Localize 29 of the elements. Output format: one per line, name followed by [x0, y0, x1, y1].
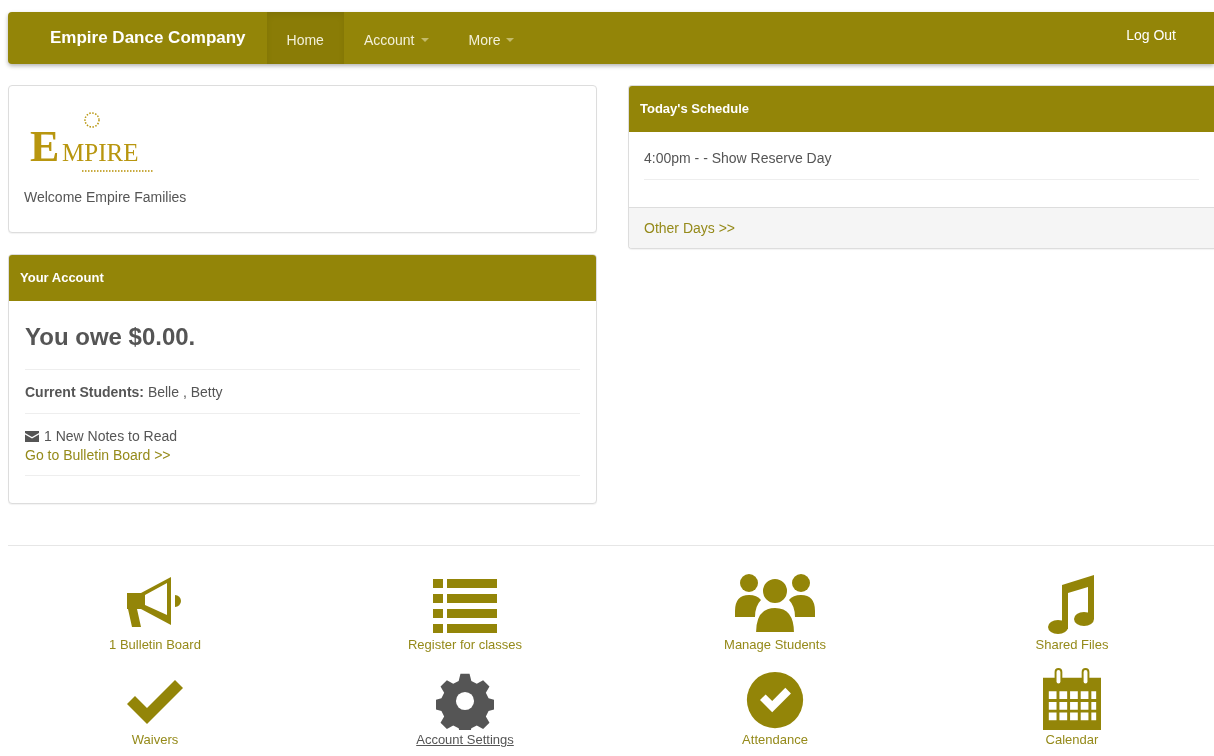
- welcome-text: Welcome Empire Families: [24, 189, 188, 205]
- students-text: Current Students: Belle , Betty: [25, 370, 580, 414]
- calendar-icon: [1043, 668, 1101, 730]
- list-icon: [433, 579, 497, 635]
- menu-tile[interactable]: Account Settings: [310, 662, 620, 755]
- nav-tab[interactable]: Account: [343, 12, 449, 64]
- schedule-event: 4:00pm - - Show Reserve Day: [644, 142, 1199, 180]
- menu-tile[interactable]: Waivers: [0, 662, 310, 755]
- menu-tile[interactable]: Attendance: [620, 662, 930, 755]
- card-header: Your Account: [9, 255, 596, 301]
- balance-text: You owe $0.00.: [25, 301, 580, 370]
- menu-tile[interactable]: Manage Students: [620, 567, 930, 660]
- card-header: Today's Schedule: [629, 86, 1214, 132]
- bulletin-link[interactable]: Go to Bulletin Board >>: [25, 447, 171, 463]
- menu-tile[interactable]: Calendar: [930, 662, 1214, 755]
- menu-tile[interactable]: Shared Files: [930, 567, 1214, 660]
- nav-tab[interactable]: Home: [266, 12, 344, 64]
- checkmark-circle-icon: [745, 670, 805, 730]
- gear-icon: [436, 672, 494, 730]
- menu-tile[interactable]: 1 Bulletin Board: [0, 567, 310, 660]
- other-days-link[interactable]: Other Days >>: [644, 220, 736, 236]
- logout-link[interactable]: Log Out: [1126, 12, 1214, 64]
- brand-name[interactable]: Empire Dance Company: [8, 12, 267, 64]
- users-icon: [735, 571, 815, 635]
- envelope-icon: [25, 430, 39, 442]
- notes-text: 1 New Notes to Read: [44, 428, 178, 444]
- logo-drawing: EMPIRE: [28, 111, 160, 177]
- nav-tab[interactable]: More: [448, 12, 535, 64]
- menu-tile[interactable]: Register for classes: [310, 567, 620, 660]
